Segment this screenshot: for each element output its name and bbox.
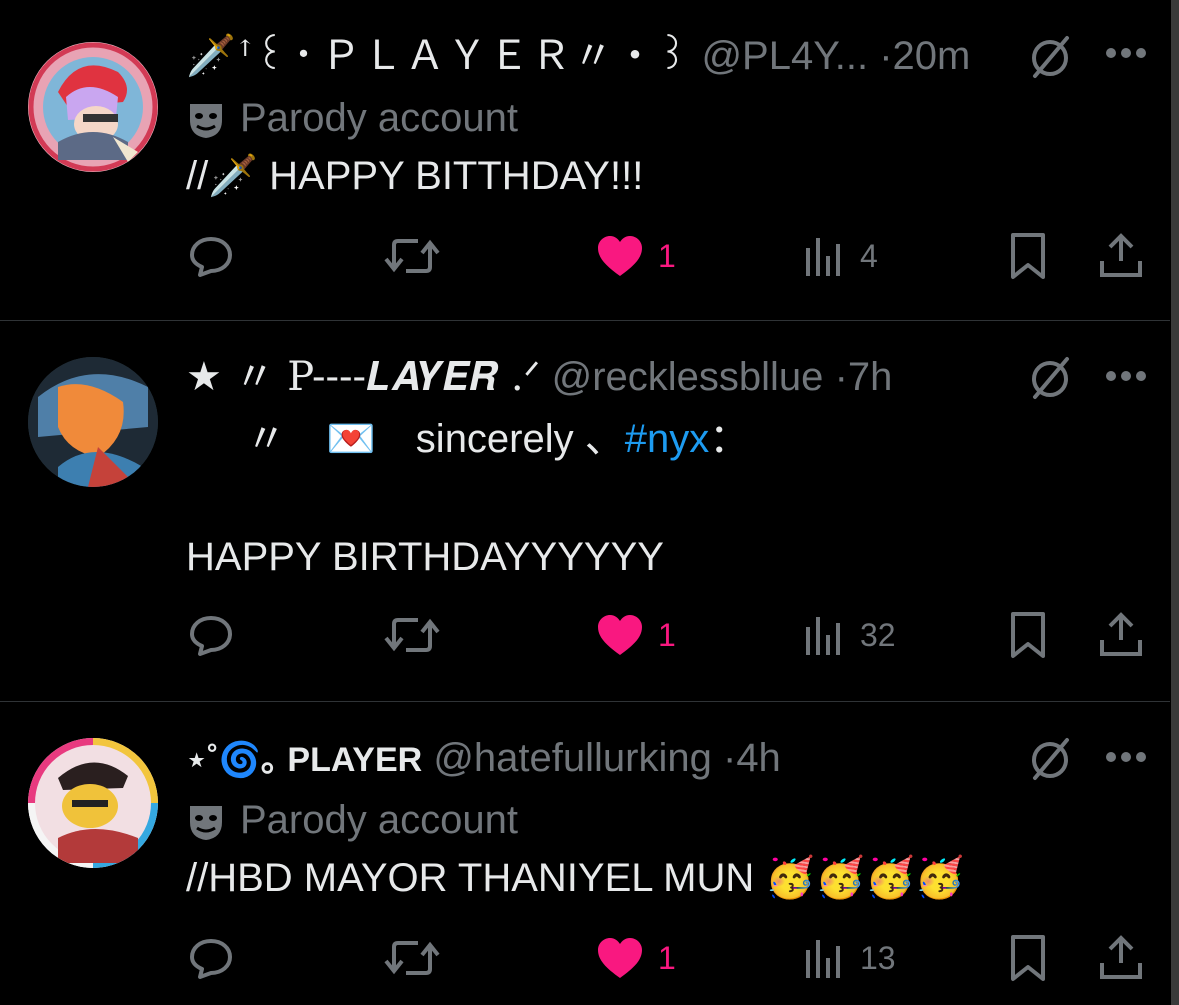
heart-icon (598, 236, 642, 276)
more-icon[interactable] (1104, 46, 1148, 66)
share-icon (1100, 233, 1142, 277)
bookmark-icon (1011, 233, 1045, 279)
like-count: 1 (658, 616, 676, 653)
repost-icon (384, 239, 440, 273)
avatar-image (28, 357, 158, 487)
avatar-image (28, 738, 158, 868)
reply-button[interactable] (186, 605, 250, 665)
timestamp[interactable]: 20m (893, 34, 971, 78)
views-icon (806, 617, 840, 655)
reply-button[interactable] (186, 226, 250, 286)
handle[interactable]: @recklessbllue (552, 355, 824, 399)
timestamp[interactable]: 4h (736, 736, 781, 780)
parody-label: Parody account (186, 94, 518, 142)
reply-button[interactable] (186, 928, 250, 988)
handle[interactable]: @PL4Y... (701, 34, 868, 78)
separator: · (834, 355, 848, 399)
views-count: 32 (860, 616, 896, 653)
avatar[interactable] (28, 357, 158, 487)
bookmark-button[interactable] (1008, 928, 1048, 988)
more-icon[interactable] (1104, 369, 1148, 389)
separator: · (722, 736, 737, 780)
views-button[interactable]: 4 (802, 226, 878, 286)
scrollbar[interactable] (1171, 0, 1179, 1005)
hashtag-link[interactable]: #nyx (625, 417, 710, 461)
reply-icon (190, 237, 232, 277)
heart-icon (598, 938, 642, 978)
tweet-2[interactable]: ★ 〃 P----𝑳𝑨𝒀𝑬𝑹 .ᐟ @recklessbllue ·7h 〃 💌… (0, 321, 1170, 701)
views-count: 13 (860, 939, 896, 976)
tweet-text-suffix: ： (709, 417, 750, 461)
share-button[interactable] (1098, 928, 1144, 988)
views-button[interactable]: 32 (802, 605, 896, 665)
share-icon (1100, 612, 1142, 656)
like-button[interactable]: 1 (596, 226, 676, 286)
grok-icon[interactable] (1025, 734, 1075, 784)
action-bar: 1 32 (186, 605, 1146, 665)
like-count: 1 (658, 939, 676, 976)
bookmark-icon (1011, 935, 1045, 981)
views-icon (806, 940, 840, 978)
tweet-text: //🗡️ HAPPY BITTHDAY!!! (186, 154, 644, 198)
views-count: 4 (860, 237, 878, 274)
tweet-text-prefix: 〃 💌 sincerely 、 (246, 417, 625, 461)
repost-icon (384, 618, 440, 652)
views-button[interactable]: 13 (802, 928, 896, 988)
tweet-text-line-2: HAPPY BIRTHDAYYYYYY (186, 535, 664, 579)
share-button[interactable] (1098, 605, 1144, 665)
display-name[interactable]: 🗡️ꜛ꒰・ＰＬＡＹＥＲ〃・꒱ (186, 33, 690, 79)
like-button[interactable]: 1 (596, 605, 676, 665)
display-name[interactable]: ⋆˚🌀｡ PLAYER (186, 741, 422, 779)
repost-button[interactable] (382, 605, 456, 665)
tweet-text: //HBD MAYOR THANIYEL MUN 🥳🥳🥳🥳 (186, 856, 965, 900)
grok-icon[interactable] (1025, 32, 1075, 82)
reply-icon (190, 616, 232, 656)
avatar[interactable] (28, 738, 158, 868)
share-button[interactable] (1098, 226, 1144, 286)
more-icon[interactable] (1104, 750, 1148, 770)
mask-icon (186, 100, 226, 140)
avatar[interactable] (28, 42, 158, 172)
bookmark-icon (1011, 612, 1045, 658)
tweet-header: ⋆˚🌀｡ PLAYER @hatefullurking ·4h (186, 734, 781, 784)
repost-button[interactable] (382, 226, 456, 286)
handle[interactable]: @hatefullurking (433, 736, 712, 780)
like-button[interactable]: 1 (596, 928, 676, 988)
tweet-1[interactable]: 🗡️ꜛ꒰・ＰＬＡＹＥＲ〃・꒱ @PL4Y... ·20m Parody acco… (0, 0, 1170, 320)
tweet-header: 🗡️ꜛ꒰・ＰＬＡＹＥＲ〃・꒱ @PL4Y... ·20m (186, 32, 970, 80)
like-count: 1 (658, 237, 676, 274)
tweet-text-line-1: 〃 💌 sincerely 、#nyx： (246, 415, 749, 463)
tweet-3[interactable]: ⋆˚🌀｡ PLAYER @hatefullurking ·4h Parody a… (0, 702, 1170, 1005)
timestamp[interactable]: 7h (848, 355, 893, 399)
bookmark-button[interactable] (1008, 605, 1048, 665)
separator: · (879, 34, 893, 78)
display-name[interactable]: ★ 〃 P----𝑳𝑨𝒀𝑬𝑹 .ᐟ (186, 354, 540, 400)
views-icon (806, 238, 840, 276)
parody-label: Parody account (186, 796, 518, 844)
action-bar: 1 4 (186, 226, 1146, 286)
tweet-header: ★ 〃 P----𝑳𝑨𝒀𝑬𝑹 .ᐟ @recklessbllue ·7h (186, 353, 892, 401)
reply-icon (190, 939, 232, 979)
share-icon (1100, 935, 1142, 979)
repost-icon (384, 941, 440, 975)
grok-icon[interactable] (1025, 353, 1075, 403)
parody-text: Parody account (240, 96, 518, 140)
mask-icon (186, 802, 226, 842)
heart-icon (598, 615, 642, 655)
repost-button[interactable] (382, 928, 456, 988)
avatar-image (28, 42, 158, 172)
bookmark-button[interactable] (1008, 226, 1048, 286)
action-bar: 1 13 (186, 928, 1146, 988)
parody-text: Parody account (240, 798, 518, 842)
